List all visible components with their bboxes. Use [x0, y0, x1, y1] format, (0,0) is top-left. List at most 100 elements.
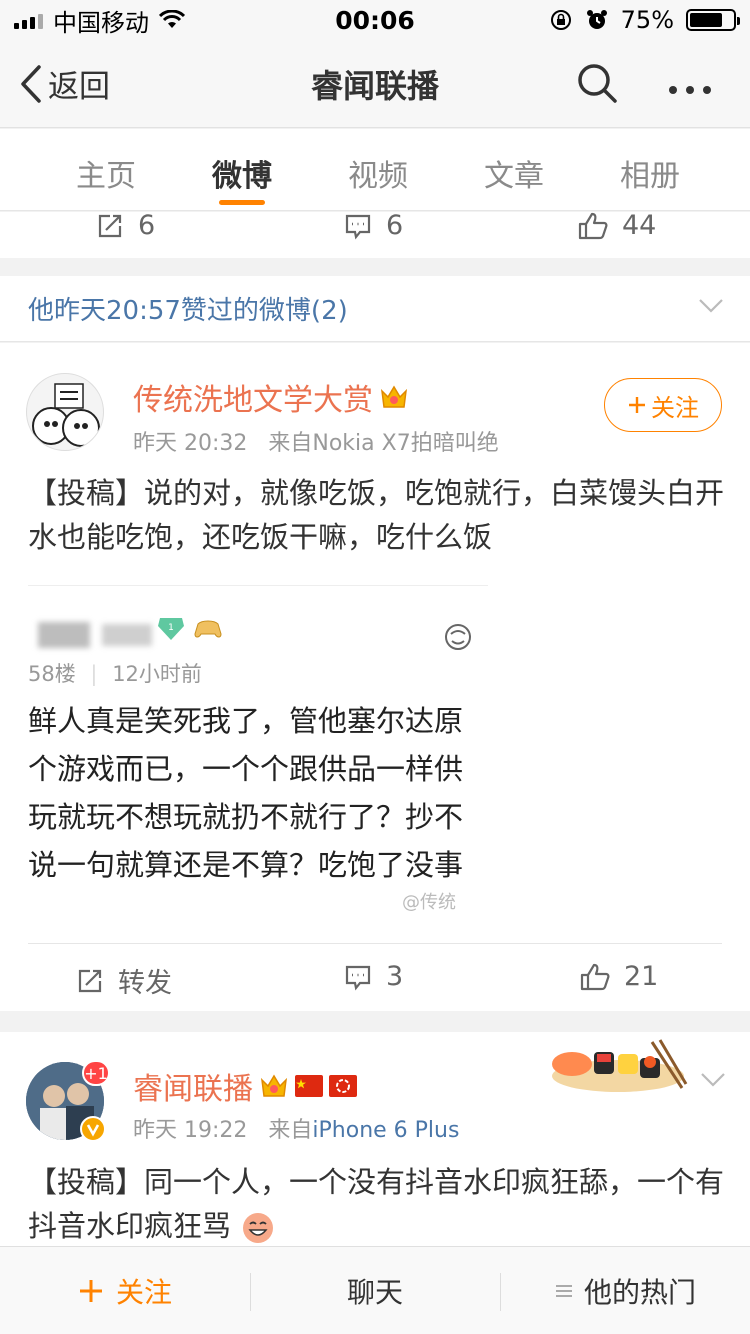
tab-articles[interactable]: 文章 [454, 151, 574, 195]
search-icon [578, 64, 617, 103]
chat-label: 聊天 [346, 1276, 403, 1309]
avatar-image [32, 383, 100, 447]
post-time: 昨天 19:22 [133, 1118, 248, 1143]
verified-badge-icon [80, 1116, 106, 1142]
svg-text:1: 1 [168, 623, 174, 633]
chevron-down-icon[interactable] [700, 1072, 726, 1088]
prev-post-actions: 6 6 44 [0, 210, 750, 258]
thumbs-up-icon [580, 963, 610, 990]
post-meta: 昨天 19:22 来自iPhone 6 Plus [133, 1112, 459, 1144]
post-meta: 昨天 20:32 来自Nokia X7拍暗叫绝 [133, 425, 499, 457]
repost-label: 转发 [118, 968, 172, 999]
like-button[interactable]: 21 [580, 961, 658, 992]
repost-count: 6 [138, 210, 156, 241]
comment-icon [345, 214, 371, 240]
follow-label: 关注 [651, 393, 699, 422]
post-username[interactable]: 传统洗地文学大赏 [133, 375, 409, 419]
tab-video[interactable]: 视频 [318, 151, 438, 195]
wifi-icon [159, 10, 185, 28]
china-flag-icon [295, 1075, 323, 1097]
post-source: 来自Nokia X7拍暗叫绝 [268, 431, 499, 456]
comment-count: 3 [386, 961, 404, 992]
follow-user-label: 关注 [115, 1276, 172, 1309]
bottom-action-bar: 关注 聊天 他的热门 [0, 1246, 750, 1334]
blurred-name [38, 622, 90, 648]
post-image[interactable]: 1 58楼 | 12小时前 鲜人真是笑死我了，管他塞尔达原 个游戏而已，一个个跟… [28, 585, 488, 920]
back-label: 返回 [48, 69, 110, 105]
back-button[interactable]: 返回 [20, 61, 110, 106]
rotation-lock-icon [550, 10, 571, 30]
follow-button[interactable]: 关注 [604, 378, 722, 432]
post-card-2: +1 睿闻联播 昨天 19:22 来自iPhone 6 Plus 【投稿】同一个… [0, 1032, 750, 1246]
repost-button[interactable]: 6 [96, 210, 155, 241]
crown-vip-icon [380, 385, 408, 408]
comment-count: 6 [386, 210, 404, 241]
embed-watermark: @传统 [402, 892, 456, 913]
tab-home[interactable]: 主页 [46, 151, 166, 195]
post-text: 【投稿】说的对，就像吃饭，吃饱就行，白菜馒头白开水也能吃饱，还吃饭干嘛，吃什么饭 [28, 476, 725, 554]
repost-button[interactable]: 转发 [76, 961, 172, 1000]
thumbs-up-icon [578, 212, 608, 239]
post-username[interactable]: 睿闻联播 [133, 1064, 357, 1108]
plus-icon [629, 397, 645, 413]
embed-time: 12小时前 [112, 662, 202, 686]
profile-tabs: 主页 微博 视频 文章 相册 [0, 129, 750, 211]
embed-line-3: 玩就玩不想玩就扔不就行了？抄不 [28, 800, 464, 834]
chat-button[interactable]: 聊天 [250, 1247, 500, 1334]
chevron-down-icon [699, 299, 723, 313]
post-text-content: 【投稿】同一个人，一个没有抖音水印疯狂舔，一个有抖音水印疯狂骂 [28, 1165, 725, 1243]
gamepad-icon [194, 620, 222, 638]
more-dots-icon [669, 86, 711, 94]
crown-vip-icon [260, 1074, 288, 1097]
battery-percent: 75% [620, 6, 674, 34]
page-title: 睿闻联播 [310, 66, 439, 105]
comment-button[interactable]: 6 [344, 210, 403, 241]
alarm-icon [586, 10, 607, 29]
search-button[interactable] [576, 62, 618, 108]
divider [28, 943, 722, 944]
blurred-name-2 [102, 624, 152, 646]
embed-line-4: 说一句就算还是不算？吃饱了没事 [28, 848, 464, 882]
level-badge-icon: 1 [158, 618, 184, 640]
nav-bar: 返回 睿闻联播 [0, 40, 750, 128]
hong-kong-flag-icon [329, 1075, 357, 1097]
embed-floor: 58楼 [28, 662, 76, 686]
post-source-link[interactable]: iPhone 6 Plus [312, 1118, 459, 1143]
post-card-1: 传统洗地文学大赏 昨天 20:32 来自Nokia X7拍暗叫绝 关注 【投稿】… [0, 343, 750, 1011]
post-time: 昨天 20:32 [133, 431, 248, 456]
liked-header-text: 他昨天20:57赞过的微博(2) [28, 296, 348, 326]
battery-icon [686, 9, 740, 31]
comment-button[interactable]: 3 [344, 961, 403, 992]
tab-album[interactable]: 相册 [590, 151, 710, 195]
embed-line-2: 个游戏而已，一个个跟供品一样供 [28, 752, 464, 786]
post-username-text: 睿闻联播 [133, 1072, 253, 1107]
tab-weibo[interactable]: 微博 [182, 151, 302, 195]
liked-posts-header[interactable]: 他昨天20:57赞过的微博(2) [0, 276, 750, 342]
repost-icon [78, 969, 102, 992]
carrier-label: 中国移动 [53, 8, 149, 37]
like-button[interactable]: 44 [578, 210, 656, 241]
hot-posts-button[interactable]: 他的热门 [500, 1247, 750, 1334]
hot-posts-label: 他的热门 [583, 1276, 696, 1309]
chevron-left-icon [21, 64, 41, 103]
reaction-icon [445, 624, 471, 650]
like-count: 21 [624, 961, 659, 992]
laughing-emoji-icon [243, 1213, 274, 1243]
embed-meta: 58楼 | 12小时前 [28, 662, 202, 686]
notification-badge: +1 [82, 1060, 110, 1086]
like-count: 44 [622, 210, 657, 241]
post-username-text: 传统洗地文学大赏 [133, 383, 373, 418]
post-text: 【投稿】同一个人，一个没有抖音水印疯狂舔，一个有抖音水印疯狂骂 [28, 1160, 728, 1248]
menu-lines-icon [555, 1285, 572, 1297]
active-tab-indicator [219, 200, 265, 205]
plus-icon [79, 1280, 102, 1302]
repost-icon [98, 214, 122, 237]
embed-line-1: 鲜人真是笑死我了，管他塞尔达原 [28, 704, 464, 738]
follow-user-button[interactable]: 关注 [0, 1247, 250, 1334]
more-button[interactable] [668, 64, 712, 104]
signal-icon [14, 11, 43, 29]
avatar[interactable] [26, 373, 104, 451]
sushi-decoration-icon [552, 1039, 688, 1092]
status-bar: 中国移动 00:06 75% [0, 0, 750, 40]
post-source-prefix: 来自 [268, 1118, 313, 1143]
